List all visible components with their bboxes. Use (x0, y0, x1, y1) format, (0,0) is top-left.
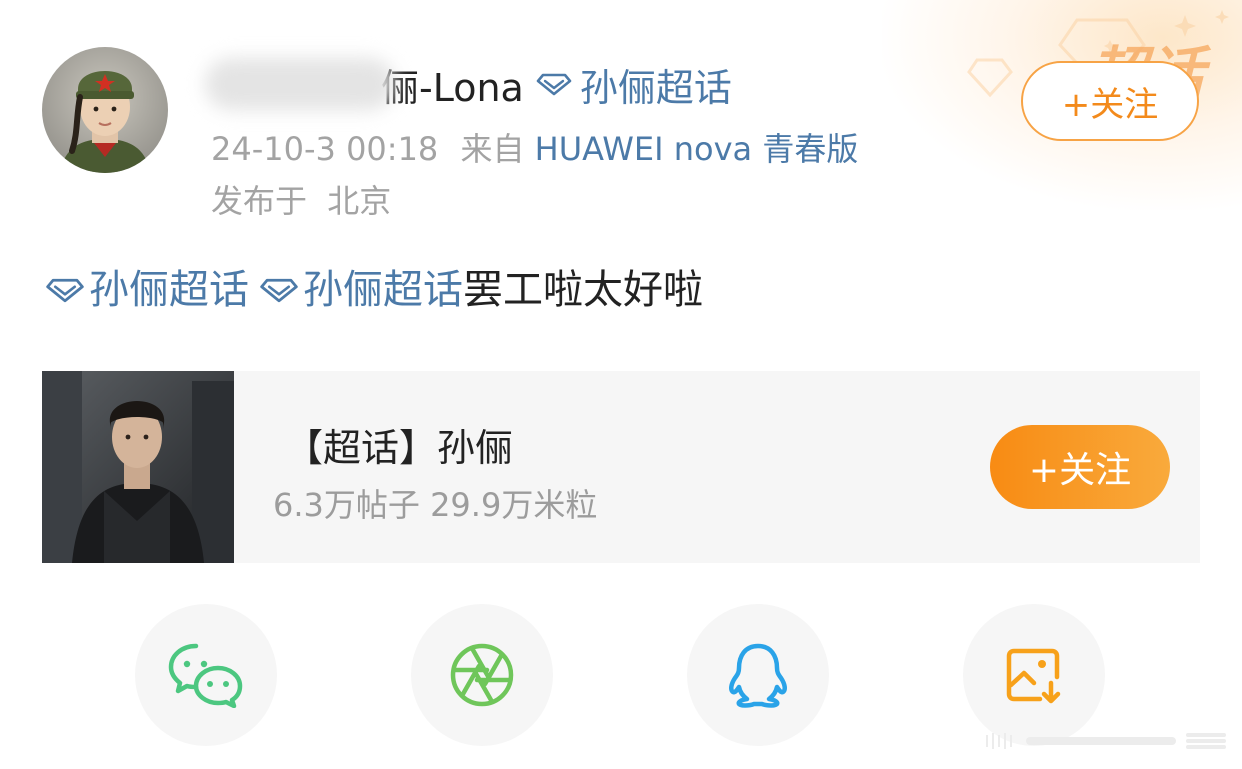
location-prefix: 发布于 (211, 182, 308, 220)
author-name[interactable]: 俪-Lona (381, 57, 524, 112)
follow-author-button[interactable]: +关注 (1021, 61, 1199, 141)
location-value: 北京 (327, 182, 392, 220)
wechat-icon (168, 643, 243, 708)
topic-tag-label: 孙俪超话 (303, 267, 463, 313)
moments-icon (450, 643, 514, 707)
topic-tag-1[interactable]: 孙俪超话 (45, 262, 249, 318)
author-row: 俪-Lona 孙俪超话 (205, 56, 732, 112)
diamond-icon (46, 278, 84, 303)
drag-handle (986, 728, 1230, 754)
qq-icon (729, 643, 787, 708)
blurred-username (205, 58, 395, 110)
author-topic-label: 孙俪超话 (579, 65, 732, 110)
topic-tag-2[interactable]: 孙俪超话 (259, 262, 463, 318)
supertopic-card[interactable]: 【超话】孙俪 6.3万帖子 29.9万米粒 +关注 (42, 371, 1200, 563)
diamond-icon (536, 73, 572, 96)
post-content: 孙俪超话 孙俪超话 罢工啦太好啦 (45, 262, 703, 318)
timestamp: 24-10-3 00:18 (211, 130, 439, 168)
share-qq-button[interactable] (687, 604, 829, 746)
supertopic-title: 【超话】孙俪 (285, 426, 514, 470)
share-wechat-button[interactable] (135, 604, 277, 746)
save-image-button[interactable] (963, 604, 1105, 746)
post-meta: 24-10-3 00:18 来自 HUAWEI nova 青春版 (211, 124, 858, 170)
diamond-icon (260, 278, 298, 303)
device-link[interactable]: HUAWEI nova 青春版 (535, 130, 859, 168)
post-text: 罢工啦太好啦 (463, 267, 703, 313)
source-prefix: 来自 (460, 130, 525, 168)
author-topic-link[interactable]: 孙俪超话 (536, 57, 732, 112)
save-image-icon (1006, 648, 1061, 704)
topic-tag-label: 孙俪超话 (89, 267, 249, 313)
supertopic-thumbnail (42, 371, 234, 563)
avatar[interactable] (42, 47, 168, 173)
post-location: 发布于 北京 (211, 176, 391, 222)
follow-supertopic-button[interactable]: +关注 (990, 425, 1170, 509)
supertopic-stats: 6.3万帖子 29.9万米粒 (273, 486, 598, 524)
share-moments-button[interactable] (411, 604, 553, 746)
